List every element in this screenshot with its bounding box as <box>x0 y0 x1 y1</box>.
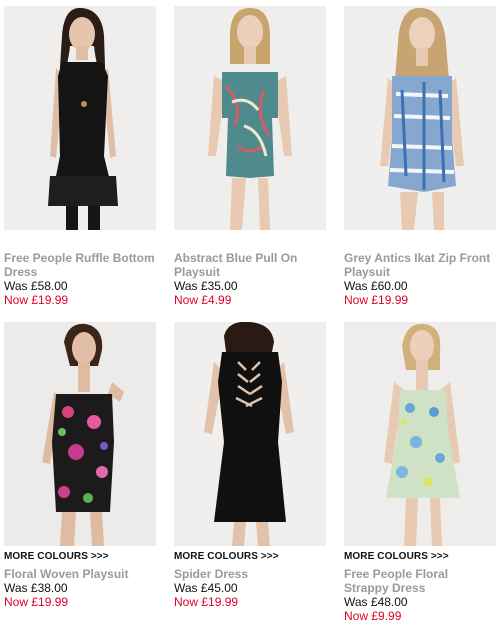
product-name[interactable]: Spider Dress <box>174 567 326 581</box>
now-price: Now £19.99 <box>4 595 69 609</box>
product-image[interactable] <box>4 322 156 546</box>
was-price: Was £38.00 <box>4 581 68 595</box>
product-name[interactable]: Free People Floral Strappy Dress <box>344 567 496 595</box>
product-image[interactable] <box>174 6 326 230</box>
was-price: Was £45.00 <box>174 581 238 595</box>
product-image[interactable] <box>344 322 496 546</box>
product-card: MORE COLOURS >>> Free People Floral Stra… <box>344 322 496 623</box>
was-price: Was £58.00 <box>4 279 68 293</box>
more-colours-link[interactable]: MORE COLOURS >>> <box>344 550 496 564</box>
product-grid: Free People Ruffle Bottom Dress Was £58.… <box>0 0 502 627</box>
more-colours-link[interactable] <box>174 234 326 248</box>
product-image[interactable] <box>344 6 496 230</box>
product-card: Grey Antics Ikat Zip Front Playsuit Was … <box>344 6 496 307</box>
now-price: Now £19.99 <box>344 293 409 307</box>
now-price: Now £4.99 <box>174 293 232 307</box>
product-name[interactable]: Grey Antics Ikat Zip Front Playsuit <box>344 251 496 279</box>
product-name[interactable]: Abstract Blue Pull On Playsuit <box>174 251 326 279</box>
was-price: Was £60.00 <box>344 279 408 293</box>
more-colours-link[interactable] <box>344 234 496 248</box>
product-card: Free People Ruffle Bottom Dress Was £58.… <box>4 6 156 307</box>
was-price: Was £35.00 <box>174 279 238 293</box>
now-price: Now £19.99 <box>174 595 239 609</box>
more-colours-link[interactable] <box>4 234 156 248</box>
product-card: Abstract Blue Pull On Playsuit Was £35.0… <box>174 6 326 307</box>
product-card: MORE COLOURS >>> Spider Dress Was £45.00… <box>174 322 326 609</box>
now-price: Now £19.99 <box>4 293 69 307</box>
was-price: Was £48.00 <box>344 595 408 609</box>
product-name[interactable]: Free People Ruffle Bottom Dress <box>4 251 156 279</box>
now-price: Now £9.99 <box>344 609 402 623</box>
more-colours-link[interactable]: MORE COLOURS >>> <box>174 550 326 564</box>
more-colours-link[interactable]: MORE COLOURS >>> <box>4 550 156 564</box>
product-image[interactable] <box>174 322 326 546</box>
product-name[interactable]: Floral Woven Playsuit <box>4 567 156 581</box>
product-card: MORE COLOURS >>> Floral Woven Playsuit W… <box>4 322 156 609</box>
product-image[interactable] <box>4 6 156 230</box>
